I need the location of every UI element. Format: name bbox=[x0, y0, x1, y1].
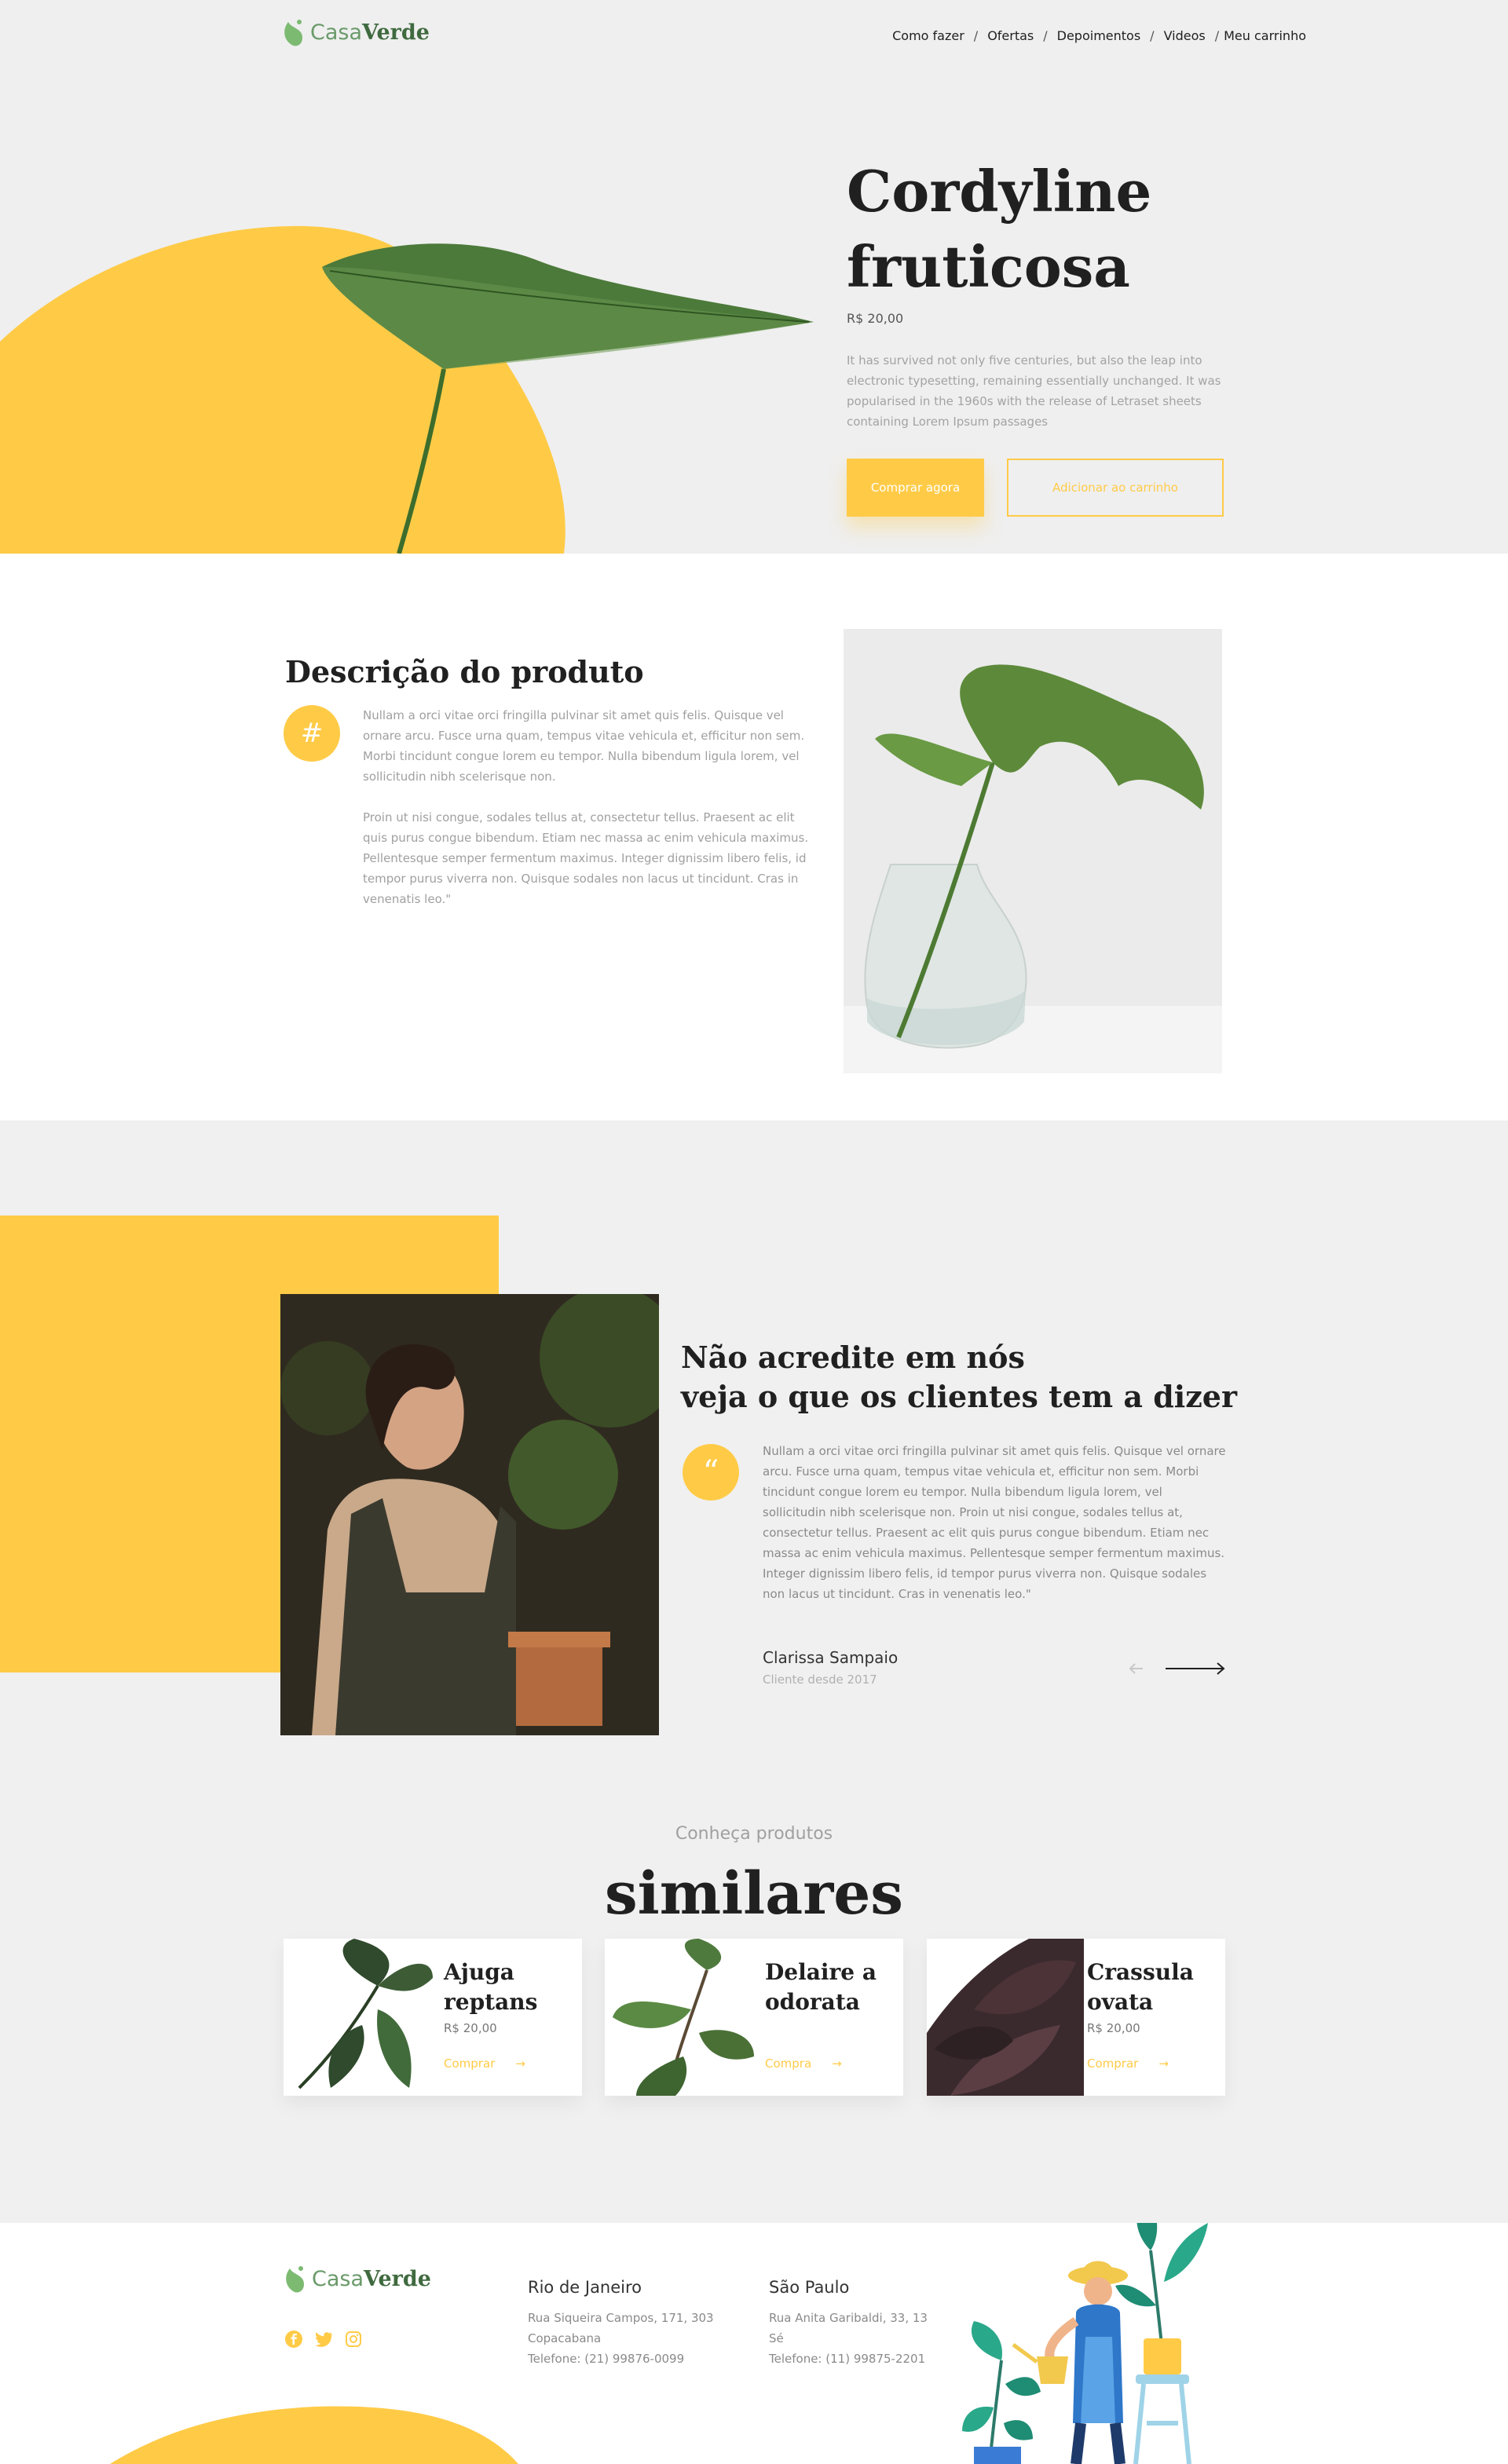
description-paragraph: Nullam a orci vitae orci fringilla pulvi… bbox=[363, 708, 805, 784]
brand-name: CasaVerde bbox=[310, 20, 430, 45]
main-nav: Como fazer / Ofertas / Depoimentos / Vid… bbox=[892, 28, 1306, 43]
buy-label: Comprar bbox=[444, 2056, 496, 2071]
nav-como-fazer[interactable]: Como fazer bbox=[892, 28, 964, 43]
leaf-logo-icon bbox=[284, 20, 302, 46]
leaf-logo-icon bbox=[286, 2266, 304, 2293]
add-to-cart-button[interactable]: Adicionar ao carrinho bbox=[1007, 459, 1224, 517]
address-text: Rua Siqueira Campos, 171, 303 Copacabana bbox=[528, 2311, 714, 2345]
product-name: Delaire a odorata bbox=[765, 1959, 877, 2015]
product-card[interactable]: Ajuga reptans R$ 20,00 Comprar → bbox=[284, 1939, 582, 2096]
brand-logo[interactable]: CasaVerde bbox=[280, 17, 430, 47]
buy-label: Comprar bbox=[1087, 2056, 1139, 2071]
product-card[interactable]: Delaire a odorata Compra → bbox=[605, 1939, 903, 2096]
similar-title: similares bbox=[605, 1860, 903, 1928]
footer-rio-title: Rio de Janeiro bbox=[528, 2278, 642, 2297]
nav-separator: / bbox=[1214, 28, 1220, 43]
arrow-left-icon[interactable] bbox=[1127, 1659, 1146, 1678]
product-image bbox=[927, 1939, 1084, 2096]
hashtag-icon: # bbox=[284, 705, 340, 762]
quote-icon: “ bbox=[683, 1444, 739, 1501]
product-card[interactable]: Crassula ovata R$ 20,00 Comprar → bbox=[927, 1939, 1225, 2096]
gardener-illustration bbox=[962, 2223, 1208, 2464]
description-title: Descrição do produto bbox=[285, 654, 644, 689]
testimonial-title-line: Não acredite em nós bbox=[681, 1340, 1025, 1375]
arrow-right-icon: → bbox=[515, 2056, 525, 2071]
hero-leaf-image bbox=[322, 243, 814, 554]
nav-separator: / bbox=[1043, 28, 1048, 43]
arrow-right-icon[interactable] bbox=[1164, 1659, 1227, 1678]
product-price: R$ 20,00 bbox=[1087, 2021, 1140, 2035]
footer-rio-address: Rua Siqueira Campos, 171, 303 Copacabana… bbox=[528, 2308, 732, 2369]
nav-separator: / bbox=[973, 28, 979, 43]
buy-link[interactable]: Comprar → bbox=[1087, 2056, 1169, 2071]
description-section: Descrição do produto # Nullam a orci vit… bbox=[0, 554, 1508, 1120]
twitter-icon[interactable] bbox=[314, 2330, 333, 2349]
product-name: Ajuga reptans bbox=[444, 1959, 538, 2015]
product-price: R$ 20,00 bbox=[847, 311, 904, 326]
arrow-right-icon: → bbox=[1158, 2056, 1169, 2071]
footer: CasaVerde Rio de Janeiro Rua Siqueira Ca… bbox=[0, 2223, 1508, 2464]
monstera-vase-image bbox=[844, 629, 1222, 1073]
phone-text: Telefone: (21) 99876-0099 bbox=[528, 2352, 685, 2366]
product-price: R$ 20,00 bbox=[444, 2021, 497, 2035]
testimonial-title: Não acredite em nós veja o que os client… bbox=[681, 1338, 1246, 1417]
testimonial-text: Nullam a orci vitae orci fringilla pulvi… bbox=[763, 1444, 1226, 1601]
nav-videos[interactable]: Videos bbox=[1164, 28, 1206, 43]
social-links bbox=[284, 2330, 363, 2349]
buy-link[interactable]: Compra → bbox=[765, 2056, 842, 2071]
buy-label: Compra bbox=[765, 2056, 812, 2071]
product-image bbox=[613, 1939, 754, 2096]
footer-logo[interactable]: CasaVerde bbox=[282, 2264, 431, 2294]
footer-sp-title: São Paulo bbox=[769, 2278, 850, 2297]
product-summary: It has survived not only five centuries,… bbox=[847, 353, 1221, 429]
address-text: Rua Anita Garibaldi, 33, 13 Sé bbox=[769, 2311, 928, 2345]
testimonial-section: Não acredite em nós veja o que os client… bbox=[0, 1120, 1508, 2223]
product-title: Cordyline fruticosa bbox=[847, 158, 1152, 300]
testimonial-title-line: veja o que os clientes tem a dizer bbox=[681, 1379, 1237, 1414]
customer-photo bbox=[280, 1294, 659, 1735]
similar-subtitle: Conheça produtos bbox=[675, 1824, 833, 1844]
testimonial-author: Clarissa Sampaio bbox=[763, 1648, 899, 1667]
testimonial-since: Cliente desde 2017 bbox=[763, 1673, 877, 1687]
footer-yellow-blob bbox=[110, 2406, 518, 2464]
nav-meu-carrinho[interactable]: Meu carrinho bbox=[1224, 28, 1306, 43]
arrow-right-icon: → bbox=[832, 2056, 842, 2071]
nav-ofertas[interactable]: Ofertas bbox=[987, 28, 1034, 43]
footer-sp-address: Rua Anita Garibaldi, 33, 13 Sé Telefone:… bbox=[769, 2308, 942, 2369]
hero-section: CasaVerde Como fazer / Ofertas / Depoime… bbox=[0, 0, 1508, 554]
nav-separator: / bbox=[1150, 28, 1155, 43]
buy-now-button[interactable]: Comprar agora bbox=[847, 459, 984, 517]
product-name: Crassula ovata bbox=[1087, 1959, 1194, 2015]
description-paragraph: Proin ut nisi congue, sodales tellus at,… bbox=[363, 810, 809, 906]
product-image bbox=[298, 1939, 433, 2089]
facebook-icon[interactable] bbox=[284, 2330, 303, 2349]
nav-depoimentos[interactable]: Depoimentos bbox=[1057, 28, 1141, 43]
instagram-icon[interactable] bbox=[344, 2330, 363, 2349]
brand-name: CasaVerde bbox=[312, 2266, 431, 2291]
buy-link[interactable]: Comprar → bbox=[444, 2056, 525, 2071]
description-text: Nullam a orci vitae orci fringilla pulvi… bbox=[363, 705, 818, 909]
phone-text: Telefone: (11) 99875-2201 bbox=[769, 2352, 926, 2366]
